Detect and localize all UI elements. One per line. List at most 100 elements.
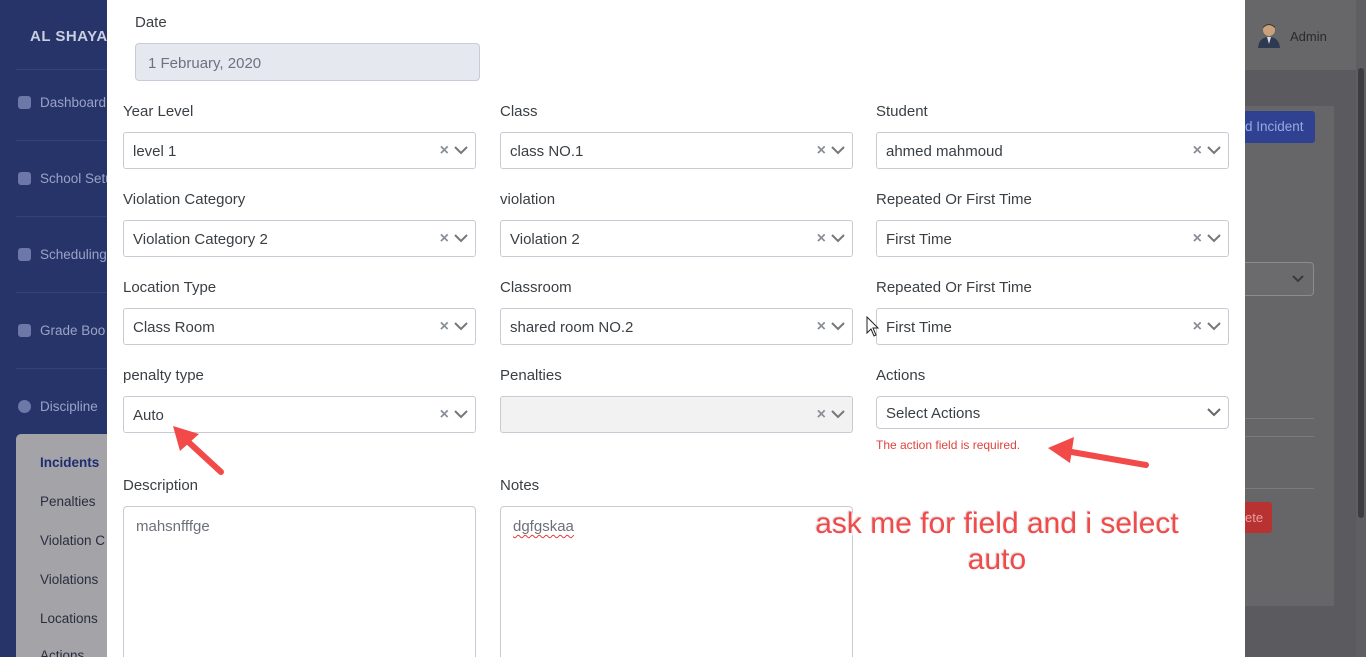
page-scrollbar[interactable] (1356, 0, 1366, 657)
sidebar-item-label: Grade Boo (40, 323, 106, 338)
filter-select[interactable] (1245, 262, 1314, 296)
submenu-item-locations[interactable]: Locations (40, 611, 98, 626)
incident-modal: Date 1 February, 2020 Year Level level 1… (107, 0, 1245, 657)
submenu-item-actions[interactable]: Actions (40, 648, 84, 657)
sidebar-divider (16, 69, 107, 70)
actions-label: Actions (876, 367, 926, 384)
violation-category-value: Violation Category 2 (133, 231, 268, 248)
discipline-submenu: Incidents Penalties Violation C Violatio… (16, 434, 107, 657)
repeated-select-2[interactable]: First Time × (876, 308, 1229, 345)
chevron-down-icon[interactable] (830, 406, 846, 422)
violation-label: violation (500, 191, 556, 208)
class-label: Class (500, 103, 538, 120)
sidebar-divider (16, 216, 107, 217)
chevron-down-icon[interactable] (453, 142, 469, 158)
sidebar-divider (16, 140, 107, 141)
discipline-icon (18, 400, 31, 413)
red-arrow-icon (173, 426, 224, 475)
submenu-item-violation-categories[interactable]: Violation C (40, 533, 105, 548)
chevron-down-icon[interactable] (453, 318, 469, 334)
chevron-down-icon[interactable] (1206, 142, 1222, 158)
chevron-down-icon[interactable] (1206, 230, 1222, 246)
actions-select[interactable]: Select Actions (876, 396, 1229, 429)
location-type-select[interactable]: Class Room × (123, 308, 476, 345)
clear-x-icon[interactable]: × (440, 319, 449, 335)
year-level-select[interactable]: level 1 × (123, 132, 476, 169)
user-name[interactable]: Admin (1290, 29, 1327, 44)
actions-placeholder: Select Actions (886, 405, 981, 422)
repeated-select[interactable]: First Time × (876, 220, 1229, 257)
book-icon (18, 324, 31, 337)
classroom-label: Classroom (500, 279, 572, 296)
chevron-down-icon[interactable] (1206, 318, 1222, 334)
clear-x-icon[interactable]: × (440, 231, 449, 247)
notes-value: dgfgskaa (513, 518, 574, 535)
sidebar-item-grade-book[interactable]: Grade Boo (18, 323, 105, 338)
violation-select[interactable]: Violation 2 × (500, 220, 853, 257)
scrollbar-thumb[interactable] (1358, 68, 1364, 518)
notes-label: Notes (500, 477, 540, 494)
clear-x-icon[interactable]: × (1193, 143, 1202, 159)
violation-category-label: Violation Category (123, 191, 246, 208)
chevron-down-icon[interactable] (830, 230, 846, 246)
submenu-item-incidents[interactable]: Incidents (40, 455, 99, 470)
chevron-down-icon[interactable] (830, 142, 846, 158)
brand-name: AL SHAYA (30, 28, 107, 45)
table-divider (1245, 418, 1314, 419)
violation-value: Violation 2 (510, 231, 580, 248)
dashboard-icon (18, 96, 31, 109)
repeated-value: First Time (886, 231, 952, 248)
year-level-label: Year Level (123, 103, 194, 120)
table-icon (18, 248, 31, 261)
sidebar-item-scheduling[interactable]: Scheduling (18, 247, 107, 262)
sidebar-item-school-setup[interactable]: School Setu (18, 171, 107, 186)
mouse-cursor-icon (866, 316, 880, 337)
red-arrow-icon (1048, 437, 1149, 468)
penalty-type-value: Auto (133, 407, 164, 424)
sidebar-item-label: Scheduling (40, 247, 107, 262)
sidebar-item-dashboard[interactable]: Dashboard (18, 95, 106, 110)
sidebar-item-discipline[interactable]: Discipline (18, 399, 98, 414)
penalties-select[interactable]: × (500, 396, 853, 433)
sidebar-item-label: Dashboard (40, 95, 107, 110)
date-label: Date (135, 14, 167, 31)
clear-x-icon[interactable]: × (817, 319, 826, 335)
submenu-item-violations[interactable]: Violations (40, 572, 98, 587)
student-select[interactable]: ahmed mahmoud × (876, 132, 1229, 169)
description-textarea[interactable]: mahsnfffge (123, 506, 476, 657)
classroom-select[interactable]: shared room NO.2 × (500, 308, 853, 345)
classroom-value: shared room NO.2 (510, 319, 634, 336)
table-divider (1245, 436, 1314, 437)
repeated-label: Repeated Or First Time (876, 191, 1032, 208)
clear-x-icon[interactable]: × (817, 231, 826, 247)
sidebar-item-label: Discipline (40, 399, 98, 414)
date-field[interactable]: 1 February, 2020 (135, 43, 480, 81)
penalty-type-label: penalty type (123, 367, 204, 384)
clear-x-icon[interactable]: × (1193, 319, 1202, 335)
chevron-down-icon[interactable] (453, 406, 469, 422)
table-divider (1245, 488, 1314, 489)
class-select[interactable]: class NO.1 × (500, 132, 853, 169)
violation-category-select[interactable]: Violation Category 2 × (123, 220, 476, 257)
repeated-value-2: First Time (886, 319, 952, 336)
delete-button[interactable]: ete (1245, 502, 1272, 533)
submenu-item-penalties[interactable]: Penalties (40, 494, 96, 509)
student-label: Student (876, 103, 928, 120)
sidebar: AL SHAYA Dashboard School Setu Schedulin… (0, 0, 107, 657)
chevron-down-icon[interactable] (453, 230, 469, 246)
annotation-text: ask me for field and i select auto (815, 507, 1179, 576)
add-incident-button[interactable]: d Incident (1245, 111, 1315, 143)
chevron-down-icon[interactable] (830, 318, 846, 334)
clear-x-icon[interactable]: × (817, 143, 826, 159)
chevron-down-icon[interactable] (1206, 404, 1222, 420)
clear-x-icon[interactable]: × (817, 407, 826, 423)
sidebar-item-label: School Setu (40, 171, 107, 186)
class-value: class NO.1 (510, 143, 584, 160)
sidebar-divider (16, 368, 107, 369)
clear-x-icon[interactable]: × (1193, 231, 1202, 247)
penalties-label: Penalties (500, 367, 562, 384)
clear-x-icon[interactable]: × (440, 407, 449, 423)
user-avatar-icon[interactable] (1257, 22, 1281, 48)
clear-x-icon[interactable]: × (440, 143, 449, 159)
gear-icon (18, 172, 31, 185)
